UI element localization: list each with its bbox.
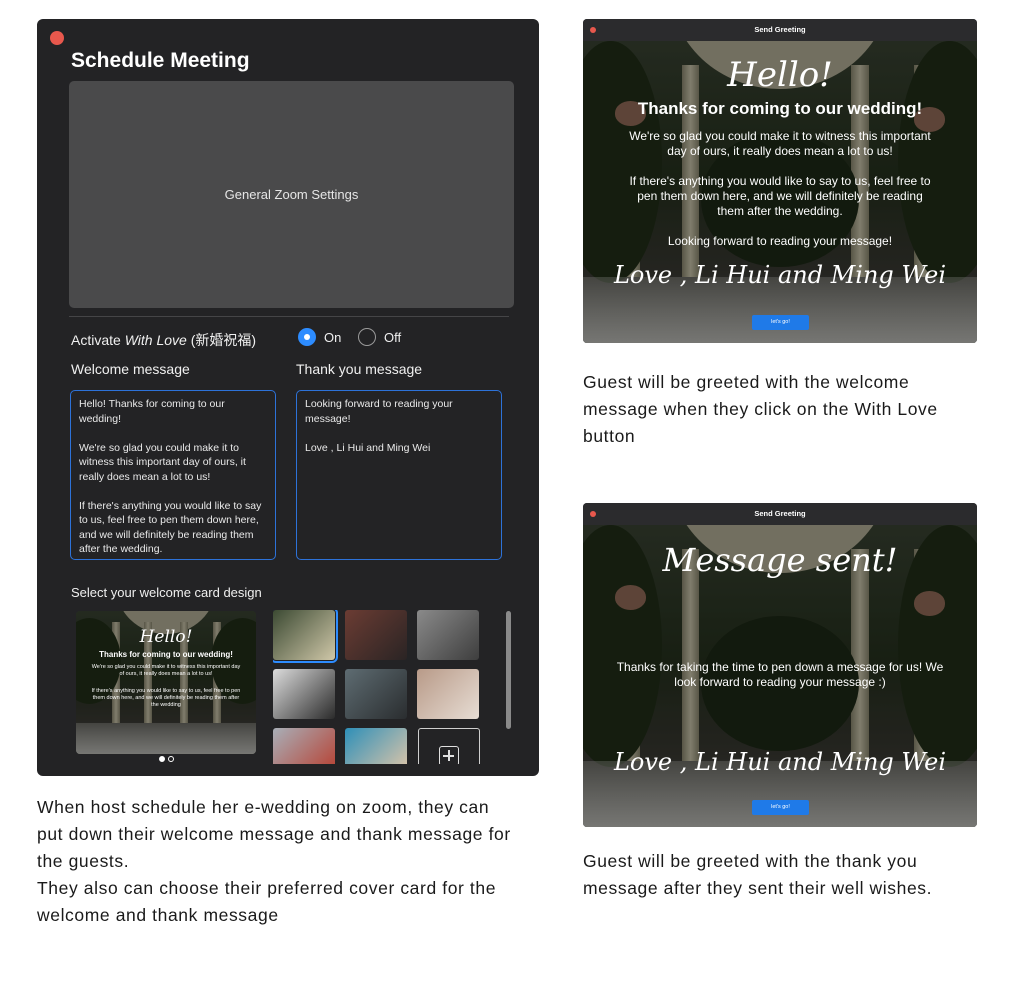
card-design-grid	[273, 610, 483, 764]
close-window-icon[interactable]	[590, 27, 596, 33]
sent-heading: Message sent!	[662, 541, 898, 579]
page-title: Schedule Meeting	[71, 49, 250, 72]
schedule-meeting-window: Schedule Meeting General Zoom Settings A…	[37, 19, 539, 776]
sent-signature: Love , Li Hui and Ming Wei	[613, 748, 946, 776]
window-titlebar: Send Greeting	[583, 19, 977, 41]
close-window-icon[interactable]	[590, 511, 596, 517]
preview-subheading: Thanks for coming to our wedding!	[99, 650, 233, 659]
activate-off-radio[interactable]: Off	[358, 328, 401, 346]
activate-with-love-label: Activate With Love (新婚祝福)	[71, 332, 257, 348]
welcome-message-input[interactable]: Hello! Thanks for coming to our wedding!…	[70, 390, 276, 560]
design-thumbnail-crosswalk[interactable]	[273, 669, 335, 719]
message-sent-window: Send Greeting Message sent! Thanks for t…	[583, 503, 977, 827]
greeting-heading: Hello!	[727, 55, 833, 95]
window-titlebar: Send Greeting	[583, 503, 977, 525]
welcome-card: Hello! Thanks for coming to our wedding!…	[583, 41, 977, 343]
caption-host-line-1: When host schedule her e-wedding on zoom…	[37, 797, 511, 871]
caption-host: When host schedule her e-wedding on zoom…	[37, 794, 517, 929]
design-thumbnail-street[interactable]	[417, 610, 479, 660]
greeting-paragraph-2: If there's anything you would like to sa…	[629, 174, 931, 218]
close-window-icon[interactable]	[50, 31, 64, 45]
carousel-dots	[159, 756, 174, 762]
preview-paragraph-2: If there's anything you would like to sa…	[91, 688, 241, 708]
caption-welcome: Guest will be greeted with the welcome m…	[583, 372, 938, 446]
caption-thank-you: Guest will be greeted with the thank you…	[583, 851, 933, 898]
radio-unselected-icon	[358, 328, 376, 346]
carousel-dot[interactable]	[159, 756, 165, 762]
divider	[69, 316, 509, 317]
plus-icon	[439, 746, 459, 764]
preview-paragraph-1: We're so glad you could make it to witne…	[91, 664, 241, 677]
design-thumbnail-gazebo[interactable]	[273, 610, 338, 663]
radio-selected-icon	[298, 328, 316, 346]
card-preview: Hello! Thanks for coming to our wedding!…	[76, 611, 256, 754]
design-thumbnail-beach[interactable]	[345, 728, 407, 764]
lets-go-button[interactable]: let's go!	[752, 315, 809, 330]
design-thumbnail-market[interactable]	[345, 610, 407, 660]
greeting-paragraph-1: We're so glad you could make it to witne…	[629, 129, 931, 158]
thank-you-card: Message sent! Thanks for taking the time…	[583, 525, 977, 827]
send-greeting-window: Send Greeting Hello! Thanks for coming t…	[583, 19, 977, 343]
caption-host-line-2: They also can choose their preferred cov…	[37, 878, 497, 925]
preview-heading: Hello!	[139, 627, 193, 647]
greeting-paragraph-3: Looking forward to reading your message!	[667, 234, 893, 248]
thank-you-message-label: Thank you message	[296, 361, 423, 377]
general-settings-area[interactable]: General Zoom Settings	[69, 81, 514, 308]
carousel-dot[interactable]	[168, 756, 174, 762]
welcome-message-label: Welcome message	[71, 361, 190, 377]
activate-on-radio[interactable]: On	[298, 328, 341, 346]
design-thumbnail-car[interactable]	[273, 728, 335, 764]
card-design-label: Select your welcome card design	[71, 585, 262, 600]
sent-paragraph: Thanks for taking the time to pen down a…	[616, 660, 944, 689]
greeting-signature: Love , Li Hui and Ming Wei	[613, 261, 946, 289]
general-settings-label: General Zoom Settings	[224, 187, 359, 202]
design-thumbnail-couple[interactable]	[417, 669, 479, 719]
thank-you-message-input[interactable]: Looking forward to reading your message!…	[296, 390, 502, 560]
add-design-button[interactable]	[418, 728, 480, 764]
lets-go-button[interactable]: let's go!	[752, 800, 809, 815]
greeting-subheading: Thanks for coming to our wedding!	[637, 99, 923, 118]
thumbnail-scrollbar[interactable]	[506, 611, 511, 729]
with-love-text: With Love	[124, 332, 187, 348]
design-thumbnail-desk[interactable]	[345, 669, 407, 719]
